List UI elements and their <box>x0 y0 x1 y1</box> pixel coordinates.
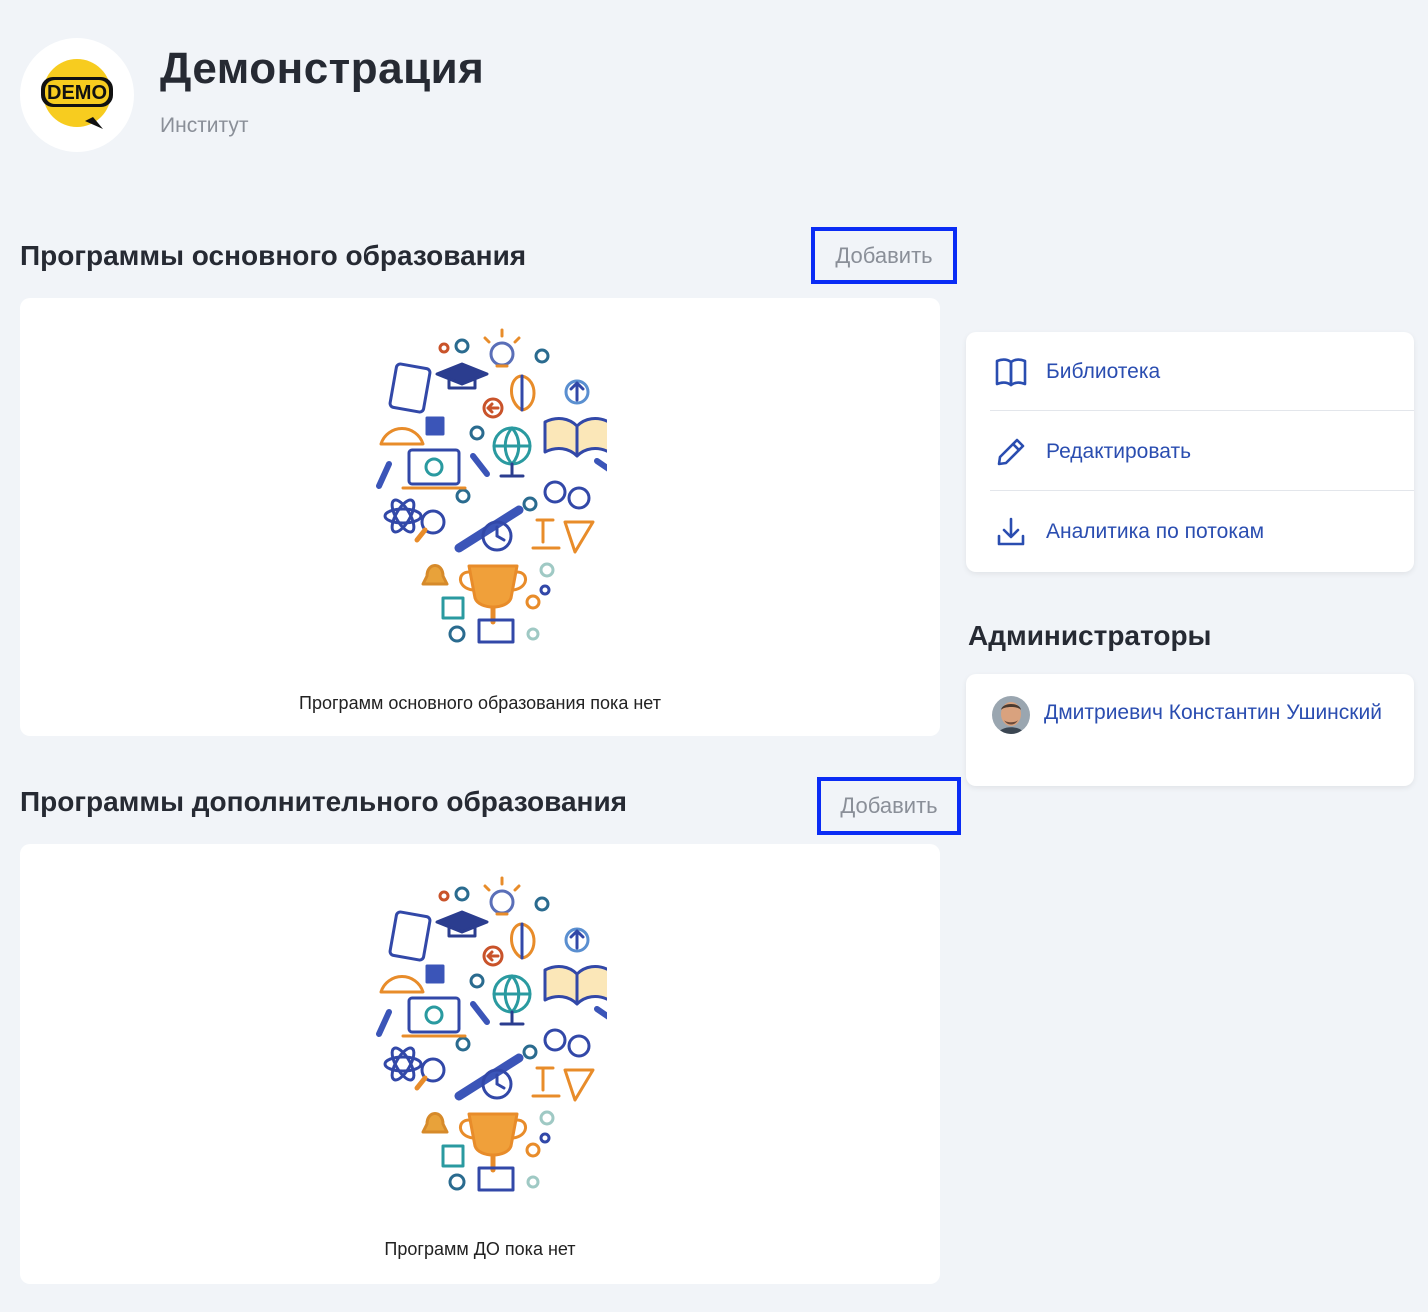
education-illustration-icon <box>376 328 607 644</box>
institution-menu: Библиотека Редактировать Аналитика по по… <box>966 332 1414 572</box>
menu-item-label: Редактировать <box>1046 440 1192 463</box>
menu-item-library[interactable]: Библиотека <box>990 332 1414 412</box>
institution-logo: DEMO <box>20 38 134 152</box>
add-basic-program-button[interactable]: Добавить <box>811 227 957 284</box>
svg-text:DEMO: DEMO <box>47 82 107 104</box>
admin-name-link[interactable]: Дмитриевич Константин Ушинский <box>1044 696 1384 730</box>
menu-item-edit[interactable]: Редактировать <box>990 412 1414 492</box>
menu-divider <box>990 490 1414 491</box>
additional-programs-card: Программ ДО пока нет <box>20 844 940 1284</box>
menu-divider <box>990 410 1414 411</box>
admins-heading: Администраторы <box>968 620 1212 651</box>
additional-programs-heading: Программы дополнительного образования <box>20 786 627 817</box>
avatar[interactable] <box>992 696 1030 734</box>
page-title: Демонстрация <box>160 44 485 93</box>
menu-item-stream-analytics[interactable]: Аналитика по потокам <box>990 492 1414 572</box>
page-subtitle: Институт <box>160 114 249 137</box>
additional-programs-empty-text: Программ ДО пока нет <box>384 1239 576 1259</box>
basic-programs-heading: Программы основного образования <box>20 240 527 271</box>
menu-item-label: Библиотека <box>1046 360 1161 383</box>
book-icon <box>990 351 1032 393</box>
basic-programs-empty-text: Программ основного образования пока нет <box>299 693 661 713</box>
admins-card: Дмитриевич Константин Ушинский <box>966 674 1414 786</box>
menu-item-label: Аналитика по потокам <box>1046 520 1265 543</box>
basic-programs-card: Программ основного образования пока нет <box>20 298 940 736</box>
education-illustration-icon <box>376 876 607 1192</box>
demo-logo-icon: DEMO <box>41 59 113 129</box>
page-header: DEMO Демонстрация Институт <box>20 38 484 152</box>
pencil-icon <box>990 431 1032 473</box>
download-icon <box>990 511 1032 553</box>
add-additional-program-button[interactable]: Добавить <box>817 777 961 835</box>
